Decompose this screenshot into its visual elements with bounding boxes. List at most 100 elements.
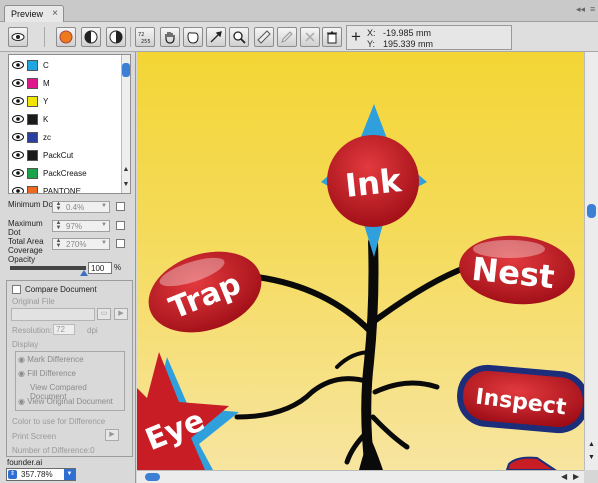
compare-document-checkbox[interactable] — [12, 285, 21, 294]
contrast-button[interactable] — [106, 27, 126, 47]
chevron-down-icon[interactable]: ▼ — [101, 222, 107, 228]
browse-folder-icon[interactable]: ▭ — [97, 308, 111, 320]
tab-preview[interactable]: Preview × — [4, 5, 64, 22]
eye-icon[interactable] — [12, 150, 24, 160]
scroll-down-icon[interactable]: ▼ — [588, 454, 595, 461]
hand-grab-button[interactable] — [183, 27, 203, 47]
eye-icon[interactable] — [12, 186, 24, 194]
stepper-icon[interactable]: ⇕ — [8, 470, 17, 479]
eye-icon[interactable] — [12, 132, 24, 142]
pencil-button[interactable] — [277, 27, 297, 47]
tac-value: 270% — [66, 240, 87, 249]
stepper-icon[interactable]: ▲ ▼ — [54, 201, 63, 212]
play-icon[interactable]: ▶ — [114, 308, 128, 320]
print-screen-button[interactable]: ▶ — [105, 429, 119, 441]
max-dot-value: 97% — [66, 222, 83, 231]
contrast-icon — [109, 30, 123, 44]
max-dot-field[interactable]: ▲ ▼ 97% ▼ — [52, 220, 110, 232]
panel-menu-icon[interactable]: ≡ — [590, 4, 595, 14]
inspect-badge: Inspect — [457, 364, 584, 434]
canvas-vertical-scrollbar[interactable]: ▲ ▼ — [584, 52, 598, 470]
compare-document-label: Compare Document — [25, 285, 97, 294]
opacity-slider[interactable] — [10, 266, 88, 276]
separation-name: zc — [43, 133, 51, 142]
view-original-option[interactable]: ◉ View Original Document — [18, 397, 113, 406]
scroll-down-icon[interactable]: ▼ — [122, 181, 130, 188]
tac-field[interactable]: ▲ ▼ 270% ▼ — [52, 238, 110, 250]
mark-difference-option[interactable]: ◉ Mark Difference — [18, 355, 84, 364]
resolution-button[interactable]: 72 255 — [135, 27, 155, 47]
min-dot-checkbox[interactable] — [116, 202, 125, 211]
eye-icon[interactable] — [12, 60, 24, 70]
opacity-unit: % — [114, 263, 122, 272]
opacity-input[interactable]: 100 — [88, 262, 112, 274]
chevron-down-icon[interactable]: ▼ — [64, 469, 75, 480]
min-dot-field[interactable]: ▲ ▼ 0.4% ▼ — [52, 201, 110, 213]
ruler-button[interactable] — [254, 27, 274, 47]
max-dot-checkbox[interactable] — [116, 221, 125, 230]
eye-icon — [11, 33, 25, 41]
separations-scrollbar[interactable]: ▲ ▼ — [121, 55, 130, 193]
hand-tool-button[interactable] — [160, 27, 180, 47]
x-value: -19.985 mm — [383, 28, 432, 38]
tab-preview-label: Preview — [11, 9, 44, 19]
cursor-coordinates: + X: -19.985 mm Y: 195.339 mm — [346, 25, 512, 50]
separation-name: C — [43, 61, 49, 70]
scroll-up-icon[interactable]: ▲ — [122, 166, 130, 173]
separation-row[interactable]: M — [9, 75, 123, 93]
scroll-thumb[interactable] — [587, 204, 596, 218]
chevron-down-icon[interactable]: ▼ — [101, 203, 107, 209]
min-dot-label: Minimum Dot — [8, 200, 56, 209]
separation-row[interactable]: PackCrease — [9, 165, 123, 183]
separation-row[interactable]: PANTONE ... — [9, 183, 123, 194]
scroll-right-icon[interactable]: ▶ — [573, 472, 579, 481]
hand-icon — [165, 32, 175, 44]
max-dot-label: Maximum Dot — [8, 219, 43, 237]
tac-checkbox[interactable] — [116, 239, 125, 248]
stepper-icon[interactable]: ▲ ▼ — [54, 220, 63, 231]
opacity-slider-knob[interactable] — [80, 270, 88, 276]
separation-row[interactable]: Y — [9, 93, 123, 111]
eye-icon[interactable] — [12, 78, 24, 88]
artwork: Ink Trap Nest Inspect Eye — [137, 104, 584, 470]
resolution-label: Resolution: — [12, 326, 53, 335]
x-icon — [305, 32, 315, 42]
separation-row[interactable]: PackCut — [9, 147, 123, 165]
resolution-input[interactable]: 72 — [53, 324, 75, 335]
display-options: ◉ Mark Difference ◉ Fill Difference View… — [15, 351, 125, 411]
color-swatch — [27, 132, 38, 143]
separation-color-button[interactable] — [56, 27, 76, 47]
eyedropper-button[interactable] — [206, 27, 226, 47]
eye-icon[interactable] — [12, 168, 24, 178]
clear-button[interactable] — [300, 27, 320, 47]
zoom-button[interactable] — [229, 27, 249, 47]
separation-row[interactable]: zc — [9, 129, 123, 147]
delete-button[interactable] — [322, 27, 342, 47]
separation-name: Y — [43, 97, 49, 106]
separations-list: C M Y Kzc PackCut PackCrease PANTONE ... ▲ ▼ — [8, 54, 131, 194]
original-file-input[interactable] — [11, 308, 95, 321]
eye-toggle-button[interactable] — [8, 27, 28, 47]
fill-difference-option[interactable]: ◉ Fill Difference — [18, 369, 76, 378]
nest-badge: Nest — [459, 235, 575, 305]
preview-canvas[interactable]: Ink Trap Nest Inspect Eye — [137, 52, 584, 470]
stepper-icon[interactable]: ▲ ▼ — [54, 238, 63, 249]
minimize-icon[interactable]: ◂◂ — [576, 4, 585, 15]
canvas-horizontal-scrollbar[interactable]: ◀ ▶ — [137, 470, 584, 483]
y-label: Y: — [367, 39, 376, 49]
x-label: X: — [367, 28, 376, 38]
close-icon[interactable]: × — [52, 8, 58, 19]
scroll-up-icon[interactable]: ▲ — [588, 441, 595, 448]
separation-row[interactable]: K — [9, 111, 123, 129]
eye-icon[interactable] — [12, 96, 24, 106]
chevron-down-icon[interactable]: ▼ — [101, 240, 107, 246]
half-circle-button[interactable] — [81, 27, 101, 47]
scroll-thumb[interactable] — [122, 63, 130, 77]
zoom-select[interactable]: ⇕ 357.78% ▼ — [6, 468, 76, 481]
scroll-left-icon[interactable]: ◀ — [561, 472, 567, 481]
toolbar-separator — [44, 27, 45, 47]
eye-icon[interactable] — [12, 114, 24, 124]
scroll-thumb[interactable] — [145, 473, 160, 481]
compare-document-group: Compare Document Original File ▭ ▶ Resol… — [6, 280, 133, 457]
separation-row[interactable]: C — [9, 57, 123, 75]
